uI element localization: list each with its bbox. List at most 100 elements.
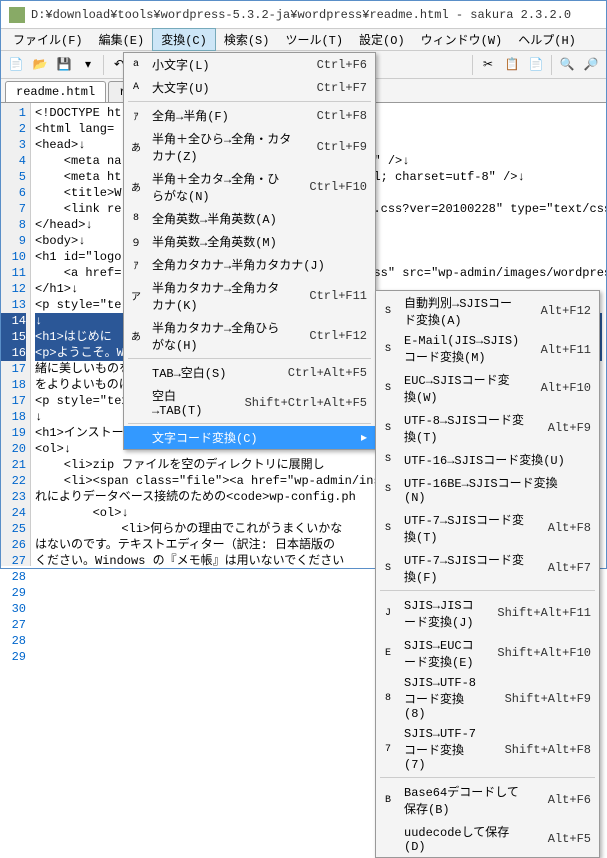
menu-shortcut: Shift+Alt+F9 (485, 692, 591, 706)
save-all-icon[interactable]: ▾ (77, 54, 99, 76)
menu-item-icon: ｱ (128, 108, 144, 124)
menu-item-label: 空白→TAB(T) (152, 387, 225, 418)
menu-item-icon: A (128, 80, 144, 96)
menu-item-0[interactable]: S自動判別→SJISコード変換(A)Alt+F12 (376, 291, 599, 331)
menu-item-label: 半角＋全ひら→全角・カタカナ(Z) (152, 130, 297, 164)
menu-item-label: E-Mail(JIS→SJIS)コード変換(M) (404, 334, 521, 365)
menu-shortcut: Ctrl+F11 (289, 289, 367, 303)
menu-item-label: 半角カタカナ→全角カタカナ(K) (152, 279, 289, 313)
app-icon (9, 7, 25, 23)
menu-item-10[interactable]: あ半角カタカナ→全角ひらがな(H)Ctrl+F12 (124, 316, 375, 356)
menu-4[interactable]: ツール(T) (277, 29, 351, 50)
menu-item-icon: B (380, 792, 396, 808)
menu-shortcut: Alt+F11 (521, 343, 591, 357)
menu-shortcut: Ctrl+F9 (297, 140, 367, 154)
menu-item-3[interactable]: ｱ 全角→半角(F) Ctrl+F8 (124, 104, 375, 127)
menu-item-label: EUC→SJISコード変換(W) (404, 371, 521, 405)
menu-item-icon (380, 831, 396, 847)
menu-item-14[interactable]: B Base64デコードして保存(B)Alt+F6 (376, 780, 599, 820)
menu-item-icon: S (380, 420, 396, 436)
menu-item-6[interactable]: 8全角英数→半角英数(A) (124, 207, 375, 230)
menu-item-label: UTF-7→SJISコード変換(F) (404, 551, 528, 585)
menu-item-11[interactable]: 8 SJIS→UTF-8コード変換(8)Shift+Alt+F9 (376, 673, 599, 724)
menu-item-15[interactable]: uudecodeして保存(D)Alt+F5 (376, 820, 599, 857)
menu-7[interactable]: ヘルプ(H) (510, 29, 584, 50)
menu-shortcut: Ctrl+F8 (297, 109, 367, 123)
copy-icon[interactable]: 📋 (501, 54, 523, 76)
menubar: ファイル(F)編集(E)変換(C)検索(S)ツール(T)設定(O)ウィンドウ(W… (1, 29, 606, 51)
open-file-icon[interactable]: 📂 (29, 54, 51, 76)
menu-item-12[interactable]: 7SJIS→UTF-7コード変換(7)Shift+Alt+F8 (376, 724, 599, 775)
menu-item-10[interactable]: ESJIS→EUCコード変換(E)Shift+Alt+F10 (376, 633, 599, 673)
menu-item-5[interactable]: S UTF-16BE→SJISコード変換(N) (376, 471, 599, 508)
menu-item-label: 全角カタカナ→半角カタカナ(J) (152, 256, 325, 273)
menu-item-1[interactable]: A 大文字(U) Ctrl+F7 (124, 76, 375, 99)
menu-item-0[interactable]: a小文字(L)Ctrl+F6 (124, 53, 375, 76)
menu-item-label: UTF-7→SJISコード変換(T) (404, 511, 528, 545)
menu-item-icon: ｱ (128, 257, 144, 273)
menu-item-9[interactable]: JSJIS→JISコード変換(J)Shift+Alt+F11 (376, 593, 599, 633)
menu-item-1[interactable]: S E-Mail(JIS→SJIS)コード変換(M)Alt+F11 (376, 331, 599, 368)
menu-item-label: TAB→空白(S) (152, 364, 226, 381)
menu-shortcut: Alt+F5 (528, 832, 591, 846)
menu-item-4[interactable]: SUTF-16→SJISコード変換(U) (376, 448, 599, 471)
menu-5[interactable]: 設定(O) (351, 29, 413, 50)
menu-item-4[interactable]: あ半角＋全ひら→全角・カタカナ(Z)Ctrl+F9 (124, 127, 375, 167)
menu-shortcut: Alt+F9 (528, 421, 591, 435)
menu-item-2[interactable]: SEUC→SJISコード変換(W)Alt+F10 (376, 368, 599, 408)
menu-item-label: Base64デコードして保存(B) (404, 783, 528, 817)
menu-0[interactable]: ファイル(F) (5, 29, 91, 50)
menu-1[interactable]: 編集(E) (91, 29, 153, 50)
paste-icon[interactable]: 📄 (525, 54, 547, 76)
menu-shortcut: Alt+F12 (521, 304, 591, 318)
menu-2[interactable]: 変換(C) (152, 28, 216, 51)
new-file-icon[interactable]: 📄 (5, 54, 27, 76)
replace-icon[interactable]: 🔎 (580, 54, 602, 76)
menu-item-3[interactable]: S UTF-8→SJISコード変換(T)Alt+F9 (376, 408, 599, 448)
menu-item-9[interactable]: ア半角カタカナ→全角カタカナ(K)Ctrl+F11 (124, 276, 375, 316)
line-gutter: 1234567891011121314151617181718192021222… (1, 103, 31, 566)
window-title: D:¥download¥tools¥wordpress-5.3.2-ja¥wor… (31, 8, 571, 22)
search-icon[interactable]: 🔍 (556, 54, 578, 76)
menu-item-icon: ９ (128, 234, 144, 250)
convert-menu-dropdown: a小文字(L)Ctrl+F6 A 大文字(U) Ctrl+F7 ｱ 全角→半角(F) Ctr… (123, 52, 376, 450)
menu-item-12[interactable]: TAB→空白(S) Ctrl+Alt+F5 (124, 361, 375, 384)
menu-shortcut: Ctrl+F7 (297, 81, 367, 95)
menu-shortcut: Ctrl+Alt+F5 (268, 366, 367, 380)
menu-3[interactable]: 検索(S) (216, 29, 278, 50)
tab-0[interactable]: readme.html (5, 81, 106, 102)
menu-item-7[interactable]: SUTF-7→SJISコード変換(F)Alt+F7 (376, 548, 599, 588)
menu-shortcut: Shift+Alt+F8 (485, 743, 591, 757)
menu-item-icon (128, 365, 144, 381)
menu-shortcut: Alt+F6 (528, 793, 591, 807)
menu-item-icon: S (380, 380, 396, 396)
menu-shortcut: Shift+Ctrl+Alt+F5 (225, 396, 367, 410)
menu-item-8[interactable]: ｱ 全角カタカナ→半角カタカナ(J) (124, 253, 375, 276)
menu-item-label: SJIS→UTF-8コード変換(8) (404, 676, 485, 721)
menu-item-icon: あ (128, 139, 144, 155)
menu-item-6[interactable]: SUTF-7→SJISコード変換(T)Alt+F8 (376, 508, 599, 548)
menu-item-label: SJIS→JISコード変換(J) (404, 596, 477, 630)
menu-item-icon: S (380, 520, 396, 536)
menu-item-15[interactable]: 文字コード変換(C)▸ (124, 426, 375, 449)
menu-item-icon: S (380, 342, 396, 358)
menu-item-icon: S (380, 482, 396, 498)
menu-item-label: 全角→半角(F) (152, 107, 229, 124)
menu-item-icon: 8 (380, 691, 396, 707)
cut-icon[interactable]: ✂ (477, 54, 499, 76)
menu-shortcut: Ctrl+F10 (289, 180, 367, 194)
menu-item-icon: あ (128, 328, 144, 344)
save-icon[interactable]: 💾 (53, 54, 75, 76)
menu-item-13[interactable]: 空白→TAB(T)Shift+Ctrl+Alt+F5 (124, 384, 375, 421)
menu-item-icon: ア (128, 288, 144, 304)
menu-item-icon: J (380, 605, 396, 621)
menu-6[interactable]: ウィンドウ(W) (413, 29, 511, 50)
menu-item-7[interactable]: ９ 半角英数→全角英数(M) (124, 230, 375, 253)
menu-item-label: uudecodeして保存(D) (404, 823, 528, 854)
menu-item-label: 大文字(U) (152, 79, 210, 96)
menu-item-label: 全角英数→半角英数(A) (152, 210, 277, 227)
menu-item-label: UTF-8→SJISコード変換(T) (404, 411, 528, 445)
menu-item-label: UTF-16BE→SJISコード変換(N) (404, 474, 571, 505)
menu-item-5[interactable]: あ半角＋全カタ→全角・ひらがな(N)Ctrl+F10 (124, 167, 375, 207)
menu-item-label: 半角英数→全角英数(M) (152, 233, 277, 250)
